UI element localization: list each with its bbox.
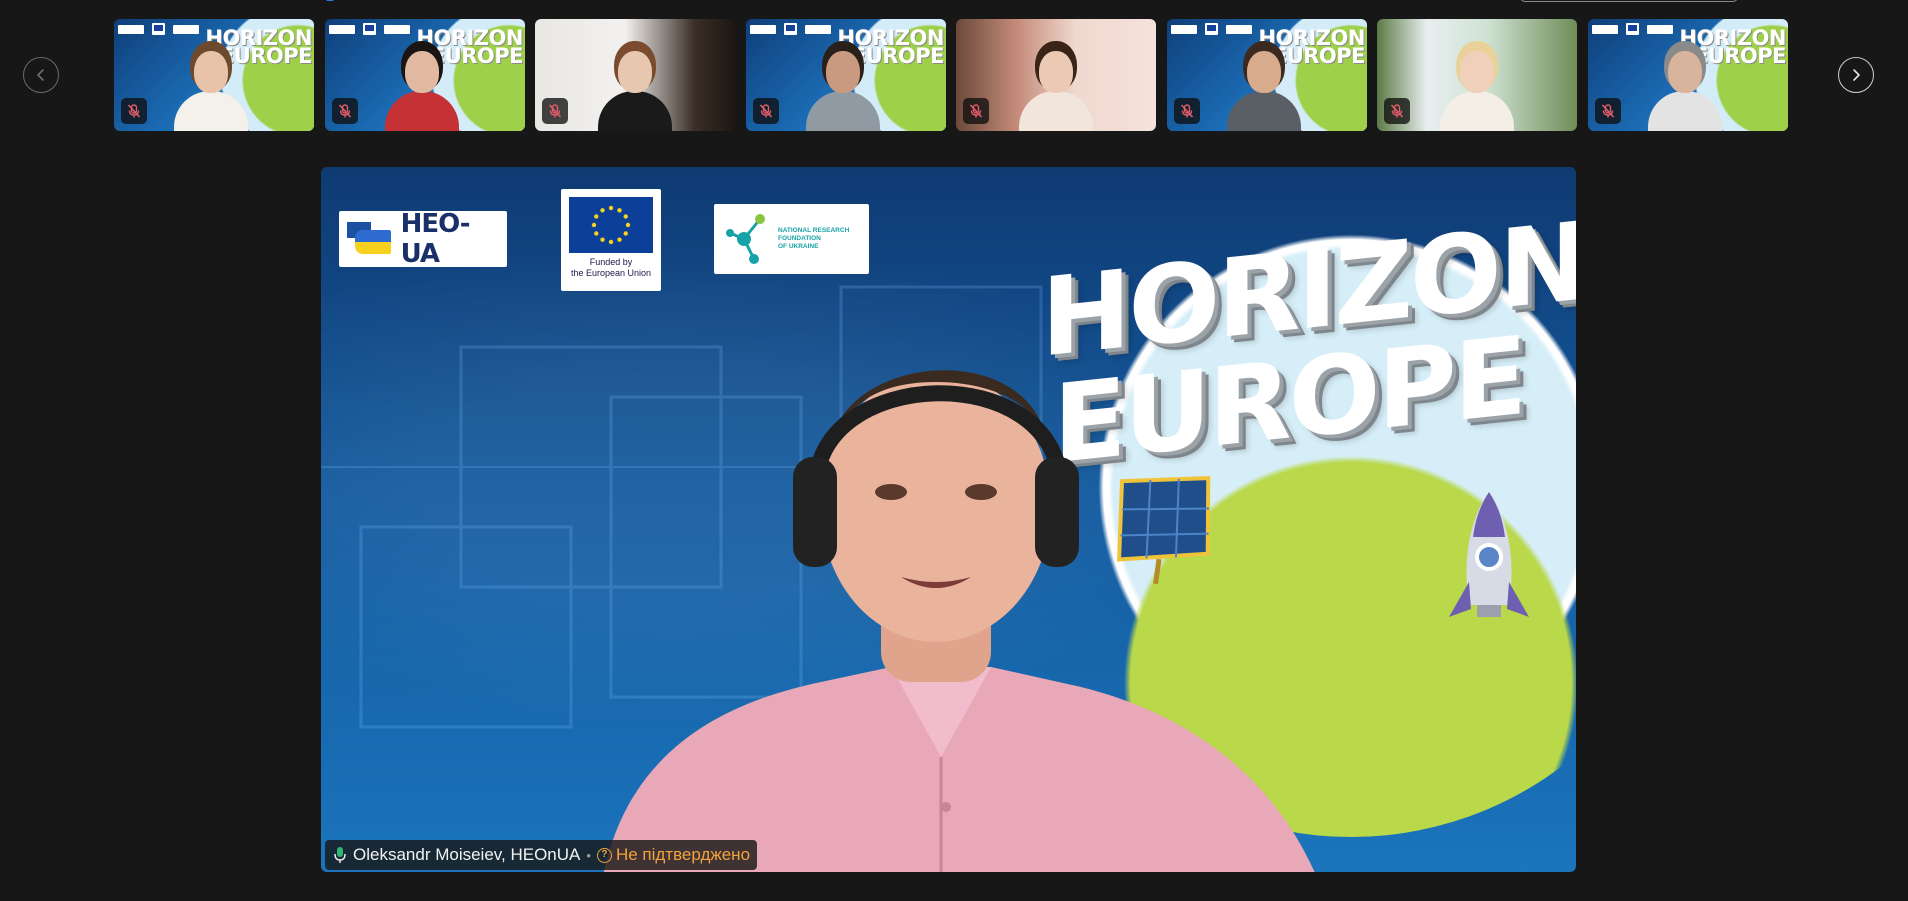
- nrf-ukraine-logo: NATIONAL RESEARCH FOUNDATION OF UKRAINE: [714, 204, 869, 274]
- muted-mic-icon: [542, 98, 568, 124]
- thumbnail-logos: [750, 23, 831, 35]
- thumbnail-logos: [329, 23, 410, 35]
- muted-mic-icon: [1174, 98, 1200, 124]
- muted-mic-icon: [753, 98, 779, 124]
- eu-funded-line2: the European Union: [570, 268, 652, 278]
- participant-thumbnail[interactable]: [535, 19, 735, 131]
- muted-mic-icon: [332, 98, 358, 124]
- participant-video: [1227, 43, 1301, 131]
- eu-star: [617, 237, 622, 242]
- eu-ukraine-flag-icon: [347, 222, 393, 256]
- muted-mic-icon: [1595, 98, 1621, 124]
- participant-video: [1440, 43, 1514, 131]
- eu-star: [623, 231, 628, 236]
- eu-star: [623, 214, 628, 219]
- participant-thumbnail[interactable]: HORIZON EUROPE: [114, 19, 314, 131]
- name-separator: •: [586, 847, 591, 863]
- participant-thumbnail[interactable]: [1377, 19, 1577, 131]
- nrf-molecule-icon: [726, 214, 765, 264]
- participant-thumbnail[interactable]: HORIZON EUROPE: [1588, 19, 1788, 131]
- speaker-name-tag: Oleksandr Moiseiev, HEOnUA • ? Не підтве…: [325, 840, 758, 870]
- eu-star: [617, 208, 622, 213]
- participant-video: [1648, 43, 1722, 131]
- top-indicator: [326, 0, 334, 1]
- rocket-illustration: [1449, 492, 1529, 617]
- heo-ua-logo-text: HEO-UA: [400, 209, 471, 269]
- participant-video: [1019, 43, 1093, 131]
- heo-ua-logo: HEO-UA: [339, 209, 507, 269]
- eu-star: [591, 222, 597, 228]
- top-toolbar-edge: [1520, 0, 1738, 2]
- eu-star: [608, 239, 614, 245]
- participant-thumbnail[interactable]: [956, 19, 1156, 131]
- participant-video: [174, 43, 248, 131]
- eu-funded-line1: Funded by: [589, 257, 633, 267]
- eu-star: [594, 214, 599, 219]
- question-circle-icon: ?: [596, 847, 612, 863]
- unverified-status-text: Не підтверджено: [615, 845, 751, 864]
- muted-mic-icon: [1384, 98, 1410, 124]
- eu-flag-icon: [569, 197, 653, 253]
- microphone-active-icon: [333, 846, 347, 864]
- carousel-prev-button[interactable]: [23, 57, 59, 93]
- participant-video: [598, 43, 672, 131]
- chevron-right-icon: [1853, 69, 1860, 81]
- participant-thumbnail[interactable]: HORIZON EUROPE: [325, 19, 525, 131]
- eu-star: [608, 205, 614, 211]
- nrf-line2: FOUNDATION: [778, 235, 821, 242]
- participant-thumbnail[interactable]: HORIZON EUROPE: [1167, 19, 1367, 131]
- chevron-left-icon: [37, 69, 44, 81]
- speaker-person: [603, 370, 1315, 872]
- active-speaker-video[interactable]: HORIZON EUROPE HEO-UA Funded by the Euro…: [321, 167, 1576, 872]
- thumbnail-logos: [1592, 23, 1673, 35]
- muted-mic-icon: [121, 98, 147, 124]
- eu-star: [594, 231, 599, 236]
- nrf-line3: OF UKRAINE: [778, 243, 819, 250]
- carousel-next-button[interactable]: [1838, 57, 1874, 93]
- participant-video: [385, 43, 459, 131]
- unverified-status[interactable]: ? Не підтверджено: [596, 845, 751, 865]
- participant-video: [806, 43, 880, 131]
- participant-thumbnail[interactable]: HORIZON EUROPE: [746, 19, 946, 131]
- nrf-line1: NATIONAL RESEARCH: [778, 227, 850, 234]
- thumbnail-logos: [118, 23, 199, 35]
- speaker-name: Oleksandr Moiseiev, HEOnUA: [353, 845, 581, 864]
- muted-mic-icon: [963, 98, 989, 124]
- eu-funded-logo: Funded by the European Union: [561, 189, 661, 291]
- eu-star: [625, 222, 631, 228]
- thumbnail-logos: [1171, 23, 1252, 35]
- eu-star: [600, 208, 605, 213]
- eu-star: [600, 237, 605, 242]
